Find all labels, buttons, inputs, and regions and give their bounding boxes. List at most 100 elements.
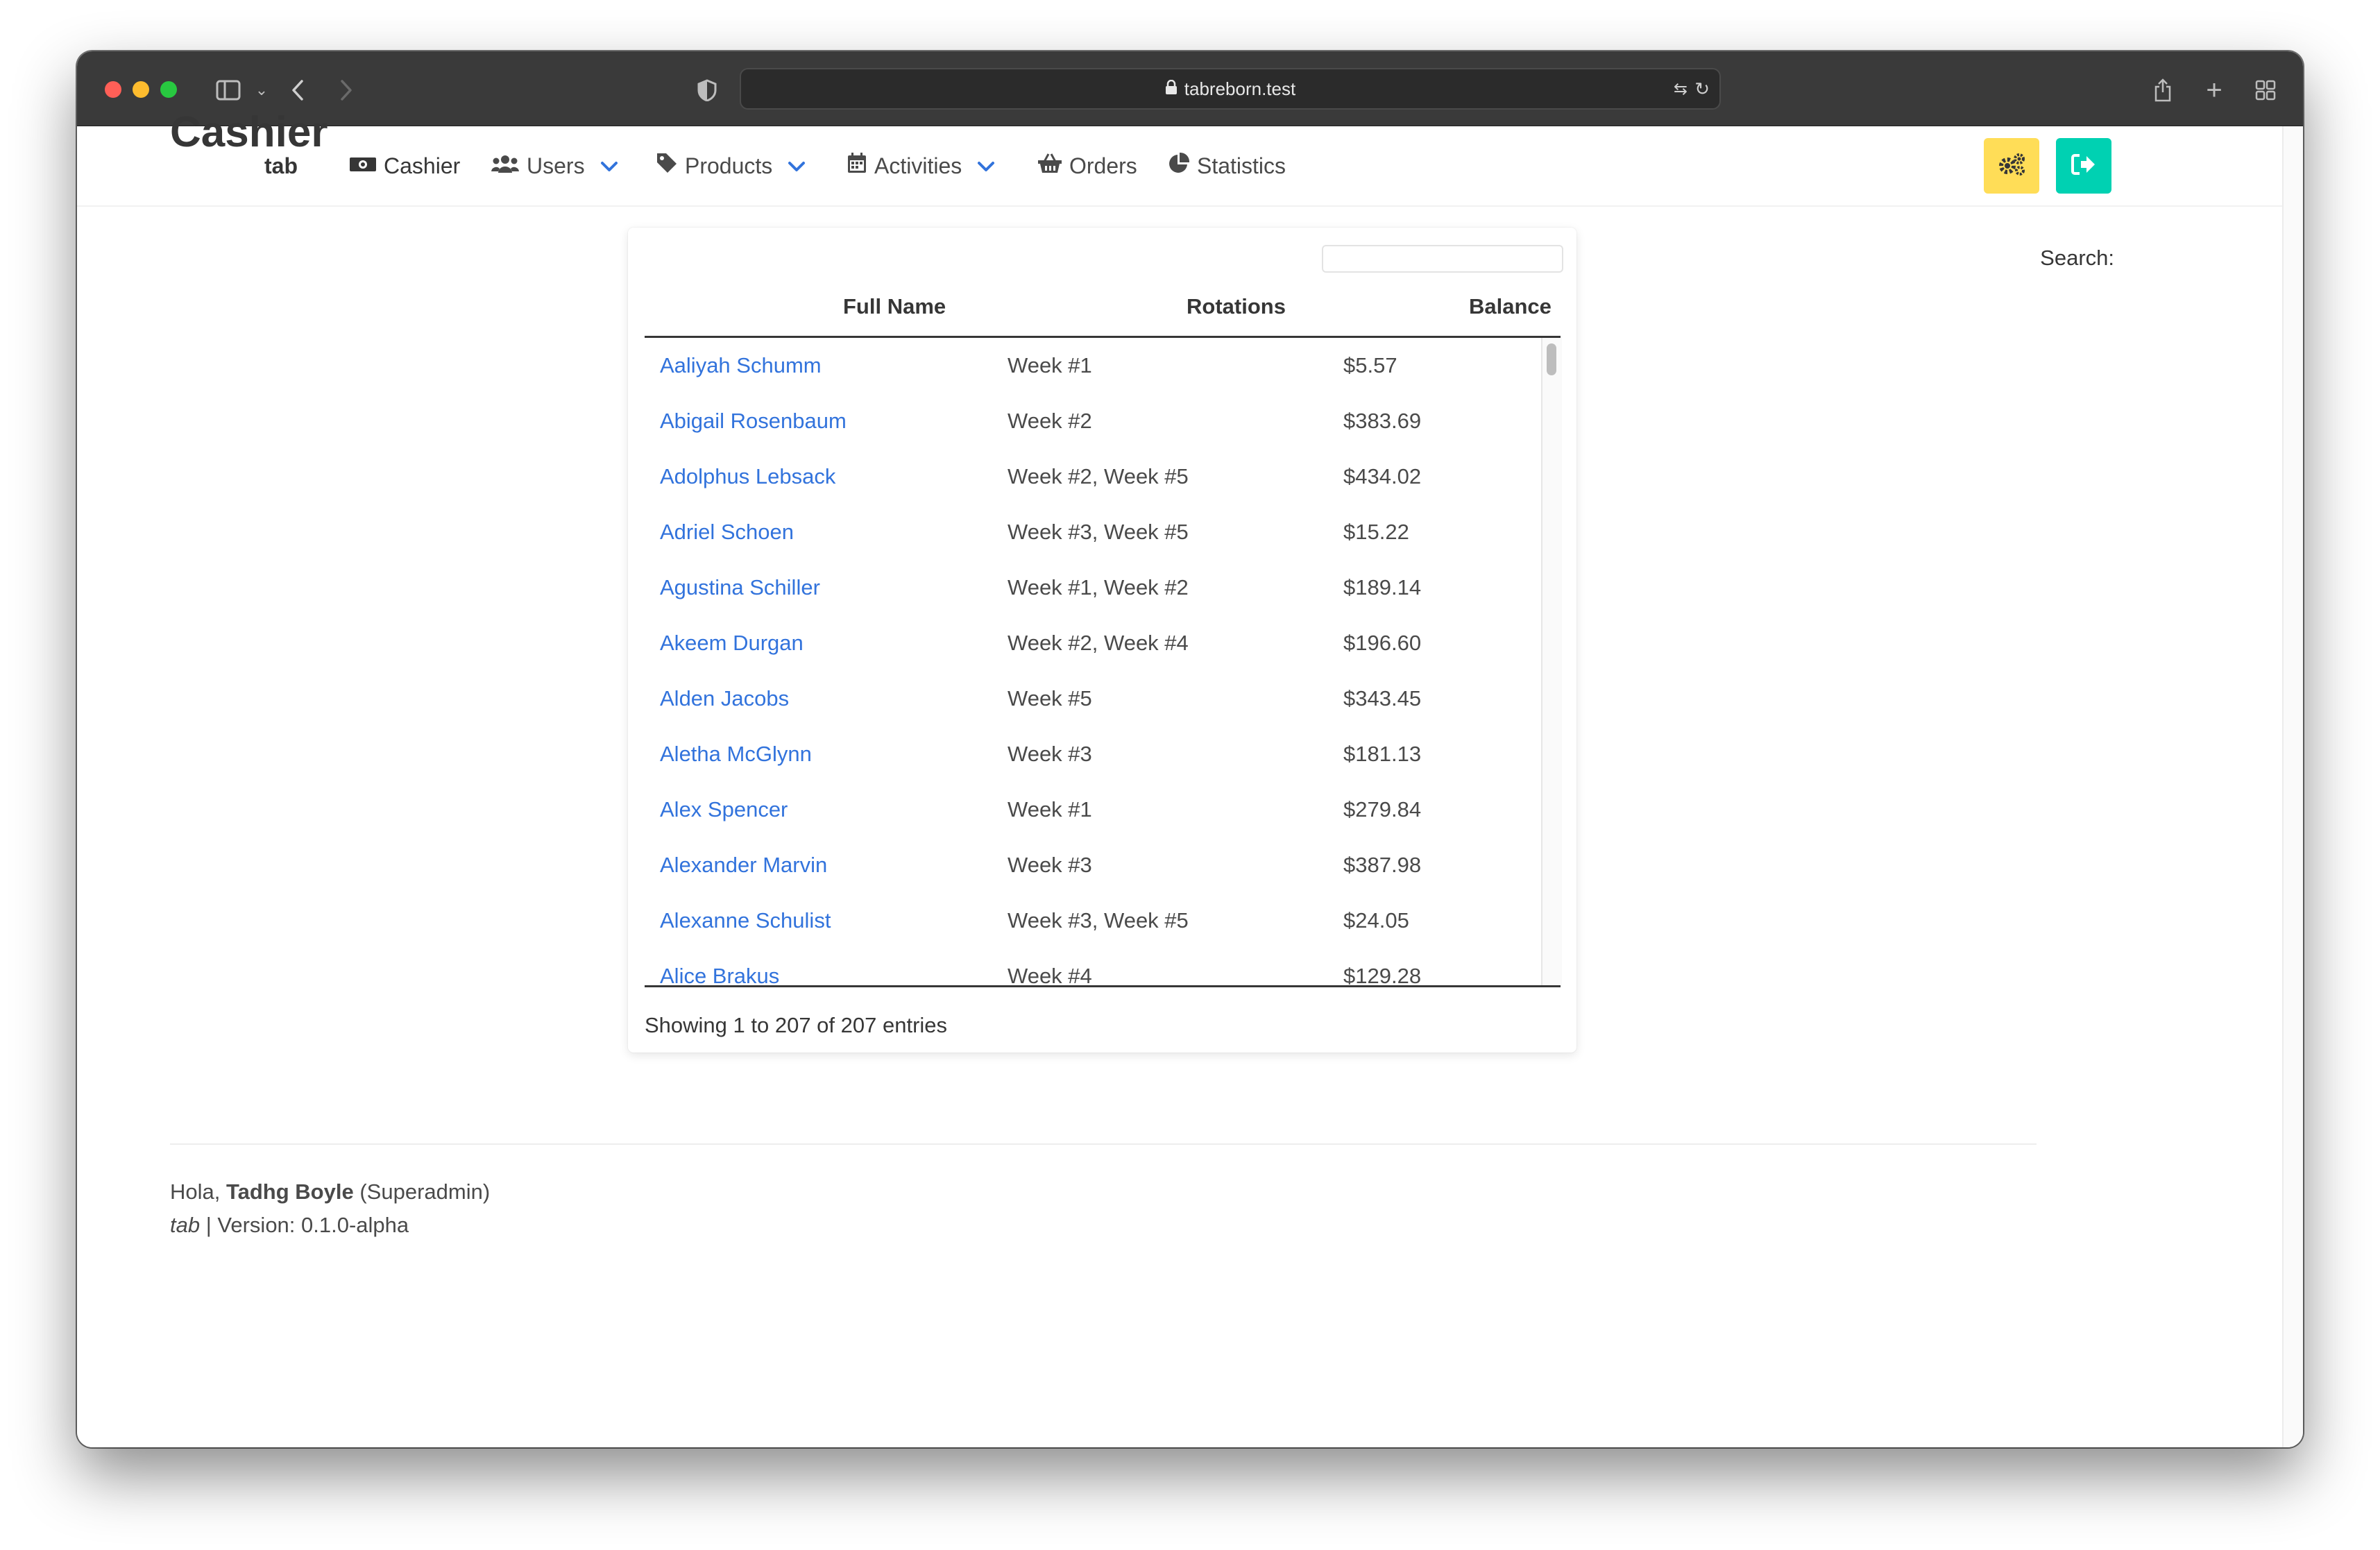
user-name-link[interactable]: Akeem Durgan <box>660 615 804 671</box>
table-row: Akeem Durgan Week #2, Week #4 $196.60 <box>645 615 1541 671</box>
user-role: (Superadmin) <box>359 1179 491 1204</box>
user-name-link[interactable]: Adolphus Lebsack <box>660 449 835 504</box>
user-name-link[interactable]: Alexander Marvin <box>660 837 827 893</box>
brand-label: tab <box>264 153 298 178</box>
address-bar[interactable]: tabreborn.test ⇆ ↻ <box>740 68 1721 110</box>
user-name-link[interactable]: Alice Brakus <box>660 948 779 985</box>
table-row: Adriel Schoen Week #3, Week #5 $15.22 <box>645 504 1541 560</box>
translate-icon[interactable]: ⇆ <box>1674 79 1688 99</box>
nav-label: Activities <box>874 153 962 178</box>
nav-label: Cashier <box>384 153 461 178</box>
table-scrollbar-thumb[interactable] <box>1547 343 1556 375</box>
nav-item-statistics[interactable]: Statistics <box>1168 147 1286 185</box>
logout-button[interactable] <box>2056 138 2111 194</box>
url-text: tabreborn.test <box>1184 78 1296 99</box>
user-name-link[interactable]: Aletha McGlynn <box>660 726 812 782</box>
balance-cell: $129.28 <box>1343 964 1422 985</box>
rotations-cell: Week #1 <box>1008 353 1092 377</box>
users-icon <box>491 153 520 179</box>
table-body: Aaliyah Schumm Week #1 $5.57 Abigail Ros… <box>645 338 1541 985</box>
user-name-link[interactable]: Adriel Schoen <box>660 504 794 560</box>
balance-cell: $343.45 <box>1343 686 1422 710</box>
rotations-cell: Week #2, Week #5 <box>1008 464 1189 488</box>
table-row: Alice Brakus Week #4 $129.28 <box>645 948 1541 985</box>
back-arrow-icon[interactable] <box>280 72 316 108</box>
balance-cell: $434.02 <box>1343 464 1422 488</box>
column-header-balance[interactable]: Balance <box>1469 294 1552 319</box>
pie-chart-icon <box>1168 152 1190 180</box>
table-row: Agustina Schiller Week #1, Week #2 $189.… <box>645 560 1541 615</box>
privacy-shield-icon[interactable] <box>689 72 725 108</box>
table-info: Showing 1 to 207 of 207 entries <box>645 1013 948 1037</box>
footer-version: tab | Version: 0.1.0-alpha <box>170 1213 409 1238</box>
rotations-cell: Week #3 <box>1008 742 1092 766</box>
cogs-icon <box>1997 153 2026 180</box>
app-name: tab <box>170 1213 201 1237</box>
rotations-cell: Week #3 <box>1008 853 1092 877</box>
user-name-link[interactable]: Alexanne Schulist <box>660 893 831 948</box>
forward-arrow-icon[interactable] <box>328 72 364 108</box>
tab-overview-icon[interactable] <box>2247 72 2284 108</box>
balance-cell: $279.84 <box>1343 797 1422 821</box>
table-row: Abigail Rosenbaum Week #2 $383.69 <box>645 393 1541 449</box>
nav-item-cashier[interactable]: Cashier <box>349 147 460 185</box>
new-tab-icon[interactable]: + <box>2196 72 2232 108</box>
nav-item-orders[interactable]: Orders <box>1037 147 1137 185</box>
close-window-button[interactable] <box>105 81 121 98</box>
calendar-icon <box>847 152 867 180</box>
greeting-text: Hola, <box>170 1179 221 1204</box>
sign-out-icon <box>2071 153 2096 179</box>
sidebar-toggle-icon[interactable] <box>210 72 246 108</box>
lock-icon <box>1165 78 1178 100</box>
nav-label: Statistics <box>1197 153 1286 178</box>
user-name-link[interactable]: Alex Spencer <box>660 782 788 837</box>
share-icon[interactable] <box>2145 72 2181 108</box>
chevron-down-icon <box>788 155 806 177</box>
settings-button[interactable] <box>1984 138 2039 194</box>
search-label: Search: <box>2040 246 2114 270</box>
nav-item-users[interactable]: Users <box>491 147 618 185</box>
shopping-basket-icon <box>1037 153 1062 179</box>
nav-label: Products <box>685 153 773 178</box>
table-row: Adolphus Lebsack Week #2, Week #5 $434.0… <box>645 449 1541 504</box>
rotations-cell: Week #5 <box>1008 686 1092 710</box>
table-row: Alden Jacobs Week #5 $343.45 <box>645 671 1541 726</box>
balance-cell: $383.69 <box>1343 409 1422 433</box>
balance-cell: $196.60 <box>1343 631 1422 655</box>
browser-toolbar: ⌄ tabreborn.test ⇆ ↻ + <box>77 51 2303 127</box>
chevron-down-icon <box>977 155 995 177</box>
zoom-window-button[interactable] <box>160 81 177 98</box>
page-title: Cashier <box>170 108 328 156</box>
reload-icon[interactable]: ↻ <box>1694 78 1710 100</box>
table-scrollbar[interactable] <box>1541 338 1562 985</box>
table-row: Aletha McGlynn Week #3 $181.13 <box>645 726 1541 782</box>
user-name-link[interactable]: Agustina Schiller <box>660 560 820 615</box>
user-name: Tadhg Boyle <box>226 1179 354 1204</box>
balance-cell: $15.22 <box>1343 520 1409 544</box>
navbar: tab Cashier Users Products Activities Or… <box>77 126 2284 207</box>
nav-item-products[interactable]: Products <box>656 147 806 185</box>
table-row: Alexander Marvin Week #3 $387.98 <box>645 837 1541 893</box>
column-header-full-name[interactable]: Full Name <box>843 294 946 319</box>
balance-cell: $5.57 <box>1343 353 1397 377</box>
search-input[interactable] <box>1322 245 1563 273</box>
chevron-down-icon[interactable]: ⌄ <box>244 72 280 108</box>
footer-greeting: Hola, Tadhg Boyle (Superadmin) <box>170 1179 490 1204</box>
user-name-link[interactable]: Aaliyah Schumm <box>660 338 822 393</box>
nav-item-activities[interactable]: Activities <box>847 147 995 185</box>
rotations-cell: Week #1 <box>1008 797 1092 821</box>
user-name-link[interactable]: Alden Jacobs <box>660 671 789 726</box>
rotations-cell: Week #4 <box>1008 964 1092 985</box>
page-scrollbar[interactable] <box>2282 126 2303 1447</box>
column-header-rotations[interactable]: Rotations <box>1187 294 1286 319</box>
rotations-cell: Week #2, Week #4 <box>1008 631 1189 655</box>
minimize-window-button[interactable] <box>133 81 149 98</box>
balance-cell: $189.14 <box>1343 575 1422 599</box>
version-text: | Version: 0.1.0-alpha <box>205 1213 409 1237</box>
tag-icon <box>656 152 678 180</box>
table-row: Aaliyah Schumm Week #1 $5.57 <box>645 338 1541 393</box>
nav-label: Orders <box>1069 153 1137 178</box>
table-row: Alexanne Schulist Week #3, Week #5 $24.0… <box>645 893 1541 948</box>
user-name-link[interactable]: Abigail Rosenbaum <box>660 393 847 449</box>
rotations-cell: Week #3, Week #5 <box>1008 908 1189 932</box>
